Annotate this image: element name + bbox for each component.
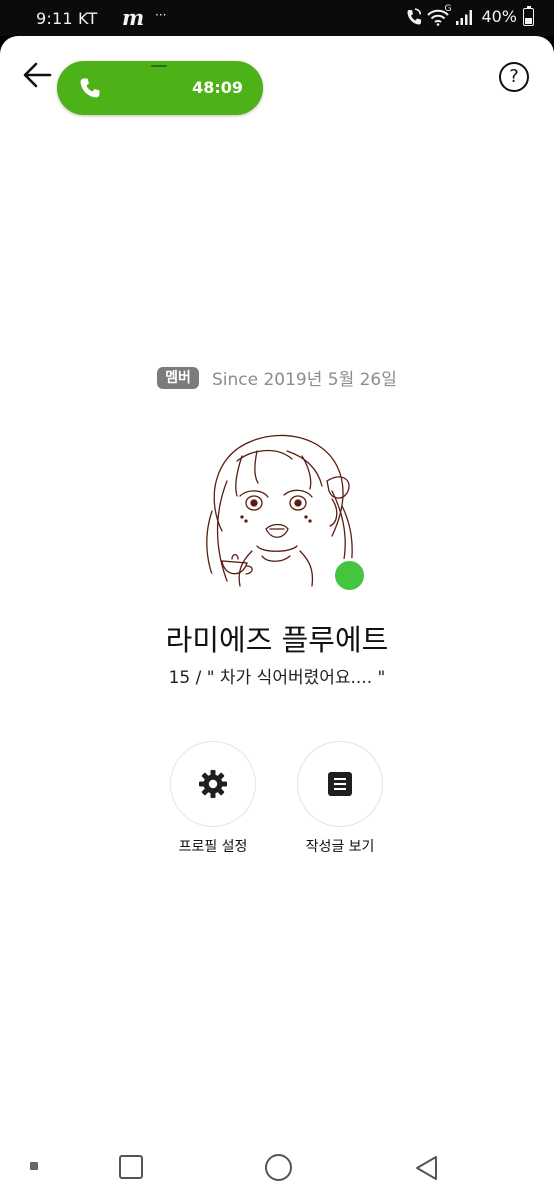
battery-icon	[523, 5, 534, 26]
home-icon[interactable]	[265, 1154, 292, 1181]
profile-sheet: 48:09 ? 멤버 Since 2019년 5월 26일 라미에즈 플루에트 …	[0, 36, 554, 1200]
help-button[interactable]: ?	[499, 62, 529, 92]
app-notification-icon: m	[122, 5, 145, 30]
battery-percent: 40%	[481, 7, 517, 26]
profile-status-message: 15 / " 차가 식어버렸어요.... "	[168, 668, 386, 688]
gear-icon	[199, 770, 227, 798]
battery-level	[525, 17, 532, 24]
profile-settings-button[interactable]	[170, 741, 256, 827]
phone-icon	[80, 78, 100, 98]
status-time: 9:11 KT	[36, 9, 98, 28]
online-status-indicator	[332, 558, 367, 593]
back-icon[interactable]	[414, 1154, 440, 1182]
member-since: Since 2019년 5월 26일	[211, 370, 397, 390]
profile-settings-label: 프로필 설정	[178, 839, 248, 855]
wifi-icon: G	[427, 4, 451, 26]
drag-handle[interactable]	[151, 65, 167, 67]
call-active-icon	[407, 7, 422, 24]
avatar-container[interactable]	[182, 411, 370, 599]
profile-name: 라미에즈 플루에트	[165, 623, 389, 657]
member-badge: 멤버	[157, 366, 199, 389]
system-nav-bar	[0, 1136, 554, 1200]
recent-apps-icon[interactable]	[119, 1155, 143, 1179]
ongoing-call-pill[interactable]: 48:09	[57, 61, 263, 115]
document-list-icon	[328, 772, 352, 796]
status-bar: 9:11 KT m ··· G 40%	[0, 0, 554, 36]
membership-info: 멤버 Since 2019년 5월 26일	[0, 365, 554, 390]
call-timer: 48:09	[192, 78, 243, 97]
arrow-left-icon[interactable]	[22, 61, 54, 89]
status-icons: G 40%	[405, 4, 534, 26]
view-posts-action[interactable]: 작성글 보기	[295, 741, 385, 856]
signal-icon	[456, 9, 473, 25]
profile-settings-action[interactable]: 프로필 설정	[168, 741, 258, 856]
view-posts-button[interactable]	[297, 741, 383, 827]
network-type: G	[444, 3, 452, 14]
more-notifications-icon: ···	[155, 8, 167, 22]
menu-dot-icon[interactable]	[30, 1162, 38, 1170]
view-posts-label: 작성글 보기	[305, 839, 375, 855]
